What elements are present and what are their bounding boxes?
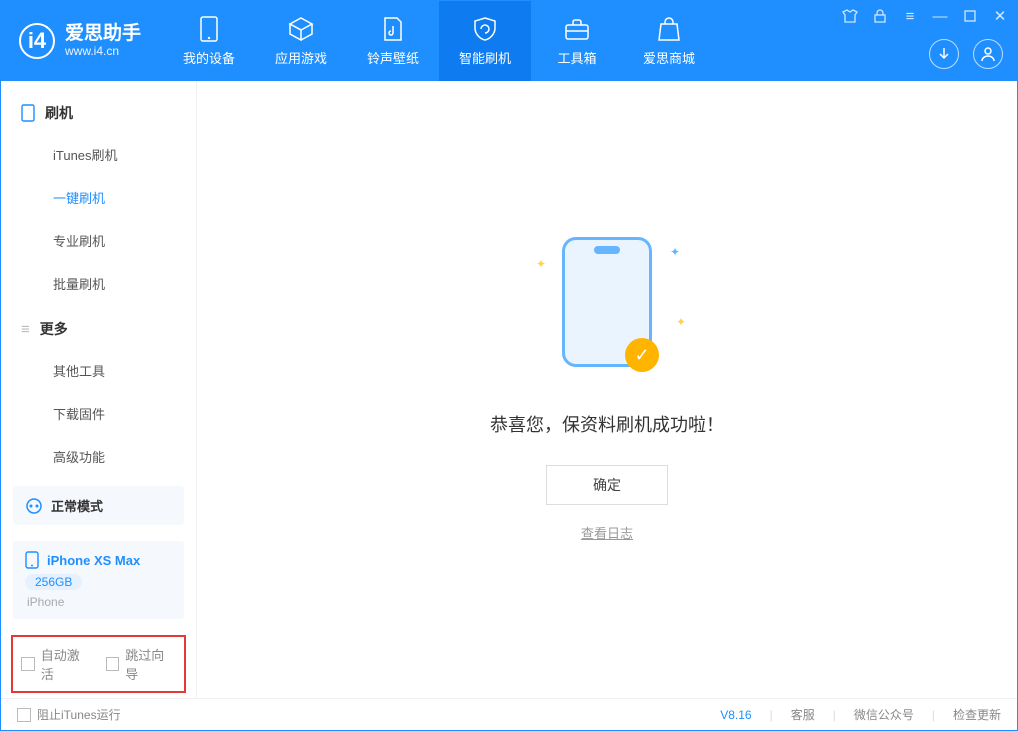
- main-content: ✓ ✦ ✦ ✦ 恭喜您，保资料刷机成功啦！ 确定 查看日志: [197, 81, 1017, 698]
- tshirt-icon[interactable]: [839, 5, 861, 27]
- titlebar: i4 爱思助手 www.i4.cn 我的设备 应用游戏 铃声壁纸 智能刷机: [1, 1, 1017, 81]
- toolbox-icon: [564, 16, 590, 42]
- shopping-bag-icon: [656, 16, 682, 42]
- device-storage: 256GB: [25, 574, 82, 590]
- sidebar-item-itunes-flash[interactable]: iTunes刷机: [1, 133, 196, 176]
- user-button[interactable]: [973, 39, 1003, 69]
- sidebar-item-pro-flash[interactable]: 专业刷机: [1, 219, 196, 262]
- checkbox-icon: [106, 657, 120, 671]
- nav-label: 应用游戏: [275, 48, 327, 67]
- logo-icon: i4: [19, 23, 55, 59]
- footer: 阻止iTunes运行 V8.16 | 客服 | 微信公众号 | 检查更新: [1, 698, 1017, 730]
- checkbox-label: 跳过向导: [125, 645, 176, 683]
- sidebar: 刷机 iTunes刷机 一键刷机 专业刷机 批量刷机 ≡ 更多 其他工具 下载固…: [1, 81, 197, 698]
- nav-label: 工具箱: [558, 48, 597, 67]
- checkbox-icon: [21, 657, 35, 671]
- nav-apps-games[interactable]: 应用游戏: [255, 1, 347, 81]
- sidebar-item-download-firmware[interactable]: 下载固件: [1, 392, 196, 435]
- sidebar-item-one-click-flash[interactable]: 一键刷机: [1, 176, 196, 219]
- nav-label: 智能刷机: [459, 48, 511, 67]
- mode-card[interactable]: 正常模式: [13, 486, 184, 525]
- checkbox-label: 阻止iTunes运行: [37, 706, 121, 723]
- nav-store[interactable]: 爱思商城: [623, 1, 715, 81]
- nav-toolbox[interactable]: 工具箱: [531, 1, 623, 81]
- device-card[interactable]: iPhone XS Max 256GB iPhone: [13, 541, 184, 619]
- device-name: iPhone XS Max: [47, 553, 140, 568]
- checkbox-block-itunes[interactable]: 阻止iTunes运行: [17, 706, 121, 723]
- sidebar-item-other-tools[interactable]: 其他工具: [1, 349, 196, 392]
- logo-area: i4 爱思助手 www.i4.cn: [1, 1, 163, 81]
- section-title: 刷机: [45, 103, 73, 123]
- device-type: iPhone: [25, 595, 64, 609]
- check-update-link[interactable]: 检查更新: [953, 706, 1001, 723]
- phone-illustration-icon: ✓: [562, 237, 652, 367]
- nav-ringtones-wallpapers[interactable]: 铃声壁纸: [347, 1, 439, 81]
- brand-name: 爱思助手: [65, 24, 141, 45]
- phone-icon: [196, 16, 222, 42]
- wechat-link[interactable]: 微信公众号: [854, 706, 914, 723]
- list-icon: ≡: [21, 321, 30, 338]
- mode-label: 正常模式: [51, 496, 103, 515]
- lock-icon[interactable]: [869, 5, 891, 27]
- sparkle-icon: ✦: [536, 257, 546, 271]
- check-badge-icon: ✓: [625, 338, 659, 372]
- sidebar-item-batch-flash[interactable]: 批量刷机: [1, 262, 196, 305]
- sidebar-section-more: ≡ 更多: [1, 305, 196, 349]
- nav-label: 爱思商城: [643, 48, 695, 67]
- checkbox-label: 自动激活: [41, 645, 92, 683]
- close-icon[interactable]: ✕: [989, 5, 1011, 27]
- sidebar-section-flash: 刷机: [1, 89, 196, 133]
- view-log-link[interactable]: 查看日志: [581, 523, 633, 542]
- window-controls-mid: [929, 39, 1003, 69]
- nav-label: 我的设备: [183, 48, 235, 67]
- checkbox-icon: [17, 708, 31, 722]
- cube-icon: [288, 16, 314, 42]
- nav-smart-flash[interactable]: 智能刷机: [439, 1, 531, 81]
- sparkle-icon: ✦: [676, 315, 686, 329]
- nav-tabs: 我的设备 应用游戏 铃声壁纸 智能刷机 工具箱 爱思商城: [163, 1, 715, 81]
- success-illustration: ✓ ✦ ✦ ✦: [562, 237, 652, 367]
- music-file-icon: [380, 16, 406, 42]
- mode-icon: [25, 497, 43, 515]
- menu-icon[interactable]: ≡: [899, 5, 921, 27]
- window-controls-top: ≡ — ✕: [839, 5, 1011, 27]
- checkbox-auto-activate[interactable]: 自动激活: [21, 645, 92, 683]
- maximize-icon[interactable]: [959, 5, 981, 27]
- success-message: 恭喜您，保资料刷机成功啦！: [490, 411, 724, 437]
- checkbox-skip-guide[interactable]: 跳过向导: [106, 645, 177, 683]
- download-button[interactable]: [929, 39, 959, 69]
- sidebar-item-advanced[interactable]: 高级功能: [1, 435, 196, 478]
- ok-button[interactable]: 确定: [546, 465, 668, 505]
- sparkle-icon: ✦: [670, 245, 680, 259]
- version-label: V8.16: [720, 708, 751, 722]
- nav-label: 铃声壁纸: [367, 48, 419, 67]
- phone-icon: [25, 551, 39, 569]
- highlighted-options-box: 自动激活 跳过向导: [11, 635, 186, 693]
- section-title: 更多: [40, 319, 68, 339]
- device-icon: [21, 104, 35, 122]
- shield-refresh-icon: [472, 16, 498, 42]
- support-link[interactable]: 客服: [791, 706, 815, 723]
- nav-my-device[interactable]: 我的设备: [163, 1, 255, 81]
- brand-url: www.i4.cn: [65, 45, 141, 58]
- minimize-icon[interactable]: —: [929, 5, 951, 27]
